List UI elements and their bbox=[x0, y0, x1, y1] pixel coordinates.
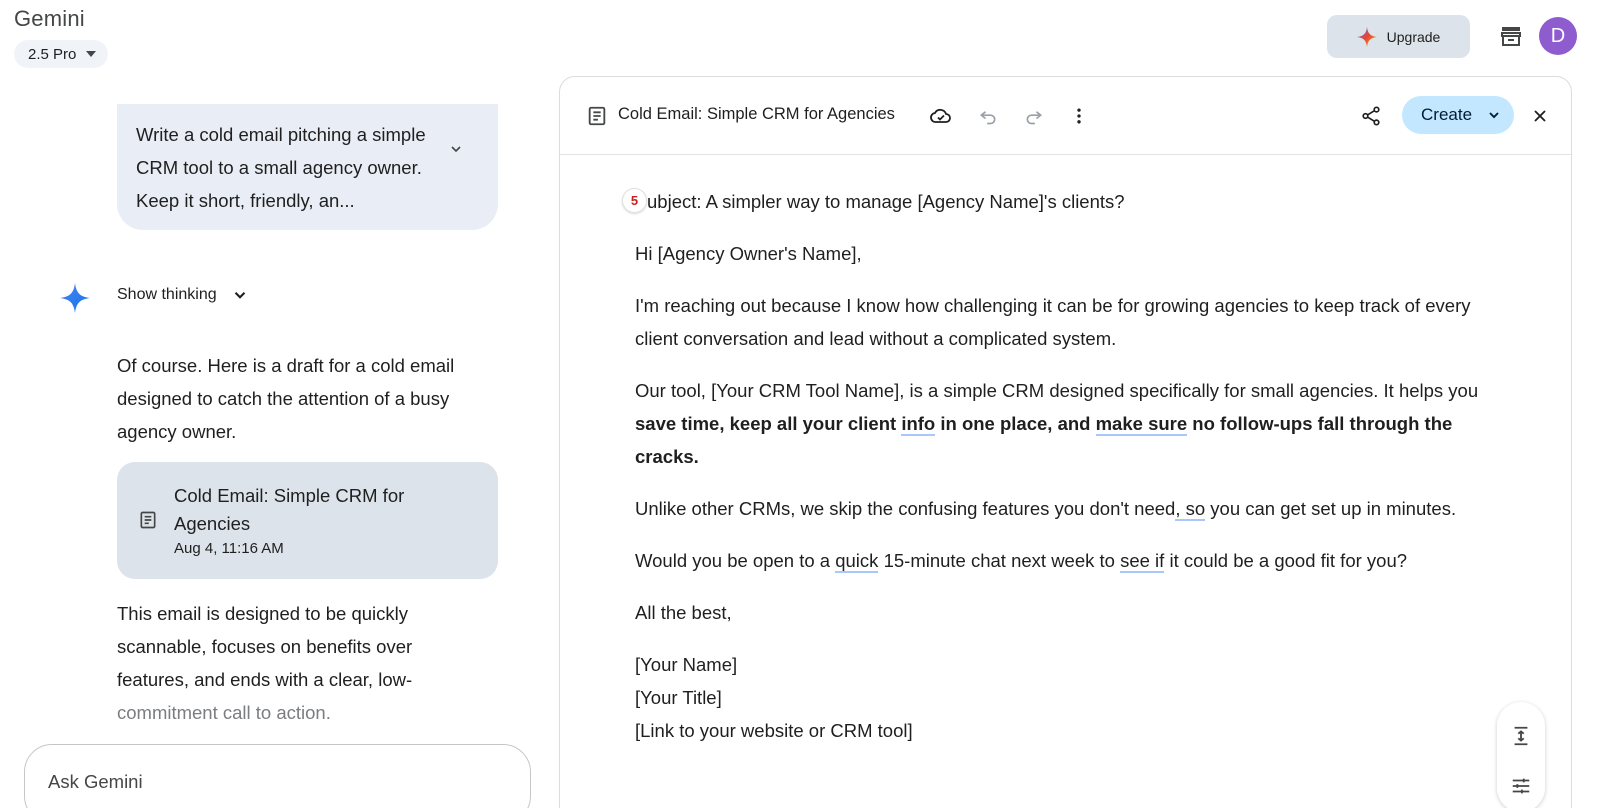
more-vert-icon[interactable] bbox=[1064, 101, 1094, 131]
document-icon bbox=[138, 510, 158, 535]
p4-text-a: Would you be open to a bbox=[635, 550, 836, 571]
avatar[interactable]: D bbox=[1539, 17, 1577, 55]
email-closing: All the best, bbox=[635, 602, 732, 623]
ask-gemini-input[interactable]: Ask Gemini bbox=[24, 744, 531, 808]
response-outro: This email is designed to be quickly sca… bbox=[117, 597, 487, 729]
upgrade-label: Upgrade bbox=[1386, 28, 1441, 45]
p3-text-c: you can get set up in minutes. bbox=[1205, 498, 1457, 519]
user-prompt-text: Write a cold email pitching a simple CRM… bbox=[136, 124, 426, 211]
document-panel: Cold Email: Simple CRM for Agencies Crea… bbox=[559, 76, 1572, 808]
ask-gemini-placeholder: Ask Gemini bbox=[48, 771, 143, 792]
share-icon[interactable] bbox=[1356, 101, 1386, 131]
p2-bold-1: save time, keep all your client bbox=[635, 413, 902, 434]
redo-icon[interactable] bbox=[1019, 101, 1049, 131]
response-outro-text: This email is designed to be quickly sca… bbox=[117, 603, 413, 690]
upgrade-button[interactable]: Upgrade bbox=[1327, 15, 1470, 58]
p2-suggestion-info[interactable]: info bbox=[901, 413, 936, 436]
p4-suggestion-see-if[interactable]: see if bbox=[1120, 550, 1165, 573]
email-subject: 5 ubject: A simpler way to manage [Agenc… bbox=[622, 185, 1485, 218]
email-paragraph-4: Would you be open to a quick 15-minute c… bbox=[635, 544, 1485, 577]
cloud-check-icon[interactable] bbox=[926, 101, 956, 131]
archive-icon[interactable] bbox=[1496, 22, 1526, 52]
document-card-date: Aug 4, 11:16 AM bbox=[174, 540, 284, 557]
chevron-down-icon bbox=[1489, 112, 1499, 119]
document-body[interactable]: 5 ubject: A simpler way to manage [Agenc… bbox=[622, 185, 1485, 747]
chevron-down-icon bbox=[234, 292, 245, 299]
document-card-title: Cold Email: Simple CRM for Agencies bbox=[174, 485, 405, 534]
avatar-letter: D bbox=[1550, 24, 1566, 47]
email-paragraph-3: Unlike other CRMs, we skip the confusing… bbox=[635, 492, 1485, 525]
p2-bold-2: in one place, and bbox=[935, 413, 1096, 434]
p3-text-a: Unlike other CRMs, we skip the confusing… bbox=[635, 498, 1176, 519]
floating-toolbar bbox=[1497, 702, 1545, 808]
suggestion-count-badge[interactable]: 5 bbox=[622, 188, 647, 213]
sparkle-icon bbox=[1356, 26, 1377, 47]
caret-down-icon bbox=[86, 51, 97, 57]
signature-title: [Your Title] bbox=[635, 687, 722, 708]
p4-suggestion-quick[interactable]: quick bbox=[835, 550, 879, 573]
expand-chevron-icon[interactable] bbox=[448, 134, 464, 167]
user-prompt-bubble: Write a cold email pitching a simple CRM… bbox=[117, 104, 498, 230]
gemini-spark-icon bbox=[60, 283, 90, 318]
p2-text: Our tool, [Your CRM Tool Name], is a sim… bbox=[635, 380, 1479, 401]
document-card[interactable]: Cold Email: Simple CRM for Agencies Aug … bbox=[117, 462, 498, 579]
expand-height-icon[interactable] bbox=[1509, 724, 1533, 748]
p2-suggestion-make-sure[interactable]: make sure bbox=[1095, 413, 1188, 436]
p3-suggestion-so[interactable]: , so bbox=[1175, 498, 1206, 521]
close-icon[interactable] bbox=[1525, 101, 1555, 131]
document-title: Cold Email: Simple CRM for Agencies bbox=[618, 105, 895, 123]
subject-text: ubject: A simpler way to manage [Agency … bbox=[647, 191, 1125, 212]
tune-icon[interactable] bbox=[1509, 774, 1533, 798]
email-greeting: Hi [Agency Owner's Name], bbox=[635, 243, 862, 264]
response-outro-faded: commitment call to action. bbox=[117, 702, 331, 723]
p4-text-c: 15-minute chat next week to bbox=[878, 550, 1121, 571]
email-paragraph-2: Our tool, [Your CRM Tool Name], is a sim… bbox=[635, 374, 1485, 473]
show-thinking-label: Show thinking bbox=[117, 286, 217, 303]
email-paragraph-1: I'm reaching out because I know how chal… bbox=[635, 295, 1471, 349]
signature-name: [Your Name] bbox=[635, 654, 738, 675]
document-panel-header: Cold Email: Simple CRM for Agencies Crea… bbox=[560, 77, 1571, 155]
p4-text-e: it could be a good fit for you? bbox=[1164, 550, 1408, 571]
model-selector[interactable]: 2.5 Pro bbox=[14, 40, 109, 68]
response-intro: Of course. Here is a draft for a cold em… bbox=[117, 355, 455, 442]
document-icon bbox=[586, 105, 608, 132]
email-signature: [Your Name] [Your Title] [Link to your w… bbox=[635, 648, 1485, 747]
signature-link: [Link to your website or CRM tool] bbox=[635, 720, 913, 741]
model-label: 2.5 Pro bbox=[28, 45, 77, 63]
app-title: Gemini bbox=[14, 6, 85, 31]
show-thinking-toggle[interactable]: Show thinking bbox=[117, 286, 249, 304]
undo-icon[interactable] bbox=[973, 101, 1003, 131]
create-button[interactable]: Create bbox=[1402, 96, 1514, 134]
create-label: Create bbox=[1421, 105, 1473, 124]
